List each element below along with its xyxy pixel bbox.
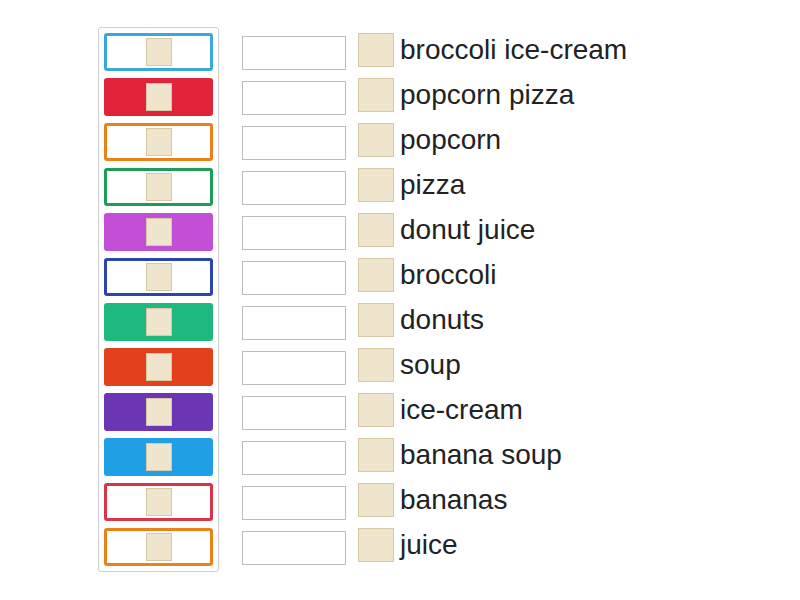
label-row: popcorn pizza bbox=[358, 72, 627, 117]
label-row: bananas bbox=[358, 477, 627, 522]
picture-tile[interactable] bbox=[104, 438, 213, 476]
answer-slot[interactable] bbox=[242, 486, 346, 520]
tile-panel bbox=[98, 27, 219, 572]
picture-tile[interactable] bbox=[104, 348, 213, 386]
answer-column bbox=[242, 36, 346, 565]
label-text: pizza bbox=[400, 167, 465, 203]
food-photo bbox=[146, 443, 172, 471]
label-text: broccoli ice-cream bbox=[400, 32, 627, 68]
label-row: broccoli bbox=[358, 252, 627, 297]
picture-tile[interactable] bbox=[104, 33, 213, 71]
food-photo bbox=[146, 308, 172, 336]
label-text: broccoli bbox=[400, 257, 496, 293]
answer-slot[interactable] bbox=[242, 216, 346, 250]
label-text: ice-cream bbox=[400, 392, 523, 428]
answer-slot[interactable] bbox=[242, 396, 346, 430]
label-row: soup bbox=[358, 342, 627, 387]
food-photo bbox=[146, 353, 172, 381]
picture-tile[interactable] bbox=[104, 303, 213, 341]
food-photo bbox=[146, 263, 172, 291]
label-text: soup bbox=[400, 347, 461, 383]
label-row: juice bbox=[358, 522, 627, 567]
label-text: banana soup bbox=[400, 437, 562, 473]
label-row: pizza bbox=[358, 162, 627, 207]
food-photo bbox=[146, 38, 172, 66]
label-text: juice bbox=[400, 527, 458, 563]
answer-slot[interactable] bbox=[242, 36, 346, 70]
answer-slot[interactable] bbox=[242, 351, 346, 385]
picture-tile[interactable] bbox=[104, 123, 213, 161]
food-photo bbox=[146, 218, 172, 246]
label-photo bbox=[358, 303, 394, 337]
label-row: ice-cream bbox=[358, 387, 627, 432]
label-text: donuts bbox=[400, 302, 484, 338]
food-photo bbox=[146, 83, 172, 111]
label-row: donuts bbox=[358, 297, 627, 342]
label-row: broccoli ice-cream bbox=[358, 27, 627, 72]
picture-tile[interactable] bbox=[104, 393, 213, 431]
label-photo bbox=[358, 123, 394, 157]
label-row: banana soup bbox=[358, 432, 627, 477]
label-photo bbox=[358, 348, 394, 382]
answer-slot[interactable] bbox=[242, 81, 346, 115]
answer-slot[interactable] bbox=[242, 441, 346, 475]
label-photo bbox=[358, 438, 394, 472]
food-photo bbox=[146, 533, 172, 561]
label-photo bbox=[358, 393, 394, 427]
picture-tile[interactable] bbox=[104, 528, 213, 566]
label-column: broccoli ice-cream popcorn pizza popcorn pi… bbox=[358, 27, 627, 567]
label-row: popcorn bbox=[358, 117, 627, 162]
picture-tile[interactable] bbox=[104, 78, 213, 116]
picture-tile[interactable] bbox=[104, 213, 213, 251]
food-photo bbox=[146, 173, 172, 201]
label-text: bananas bbox=[400, 482, 507, 518]
food-photo bbox=[146, 128, 172, 156]
match-up-page: broccoli ice-cream popcorn pizza popcorn pi… bbox=[0, 0, 800, 600]
label-photo bbox=[358, 78, 394, 112]
answer-slot[interactable] bbox=[242, 531, 346, 565]
picture-tile[interactable] bbox=[104, 483, 213, 521]
food-photo bbox=[146, 488, 172, 516]
answer-slot[interactable] bbox=[242, 171, 346, 205]
label-row: donut juice bbox=[358, 207, 627, 252]
label-photo bbox=[358, 528, 394, 562]
label-photo bbox=[358, 258, 394, 292]
picture-tile[interactable] bbox=[104, 258, 213, 296]
food-photo bbox=[146, 398, 172, 426]
answer-slot[interactable] bbox=[242, 261, 346, 295]
answer-slot[interactable] bbox=[242, 126, 346, 160]
label-photo bbox=[358, 33, 394, 67]
label-photo bbox=[358, 168, 394, 202]
answer-slot[interactable] bbox=[242, 306, 346, 340]
label-text: donut juice bbox=[400, 212, 535, 248]
label-photo bbox=[358, 483, 394, 517]
label-photo bbox=[358, 213, 394, 247]
picture-tile[interactable] bbox=[104, 168, 213, 206]
label-text: popcorn bbox=[400, 122, 501, 158]
label-text: popcorn pizza bbox=[400, 77, 574, 113]
